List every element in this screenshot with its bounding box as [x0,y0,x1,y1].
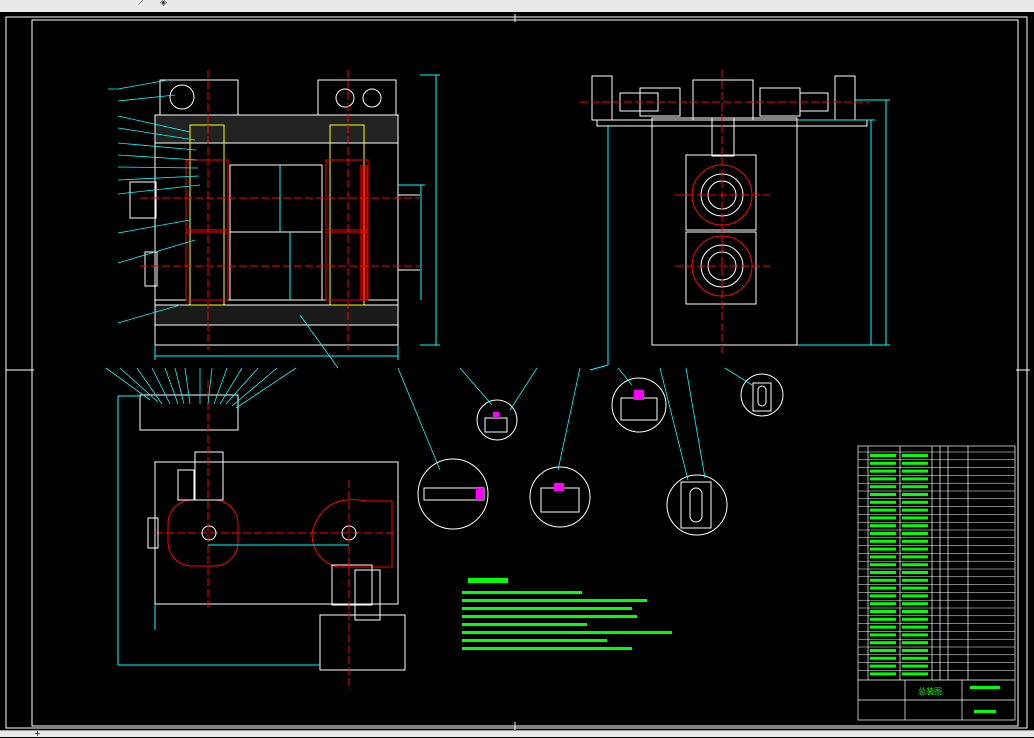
parts-row-name [902,508,928,512]
parts-row-name [902,461,928,465]
front-view [129,79,420,346]
shield-icon[interactable]: ◈ [160,0,167,8]
parts-row-name [902,602,928,606]
parts-row-code [870,524,896,528]
parts-row-code [870,485,896,489]
parts-row-name [902,539,928,543]
parts-row-code [870,664,896,668]
parts-row-code [870,656,896,660]
parts-row-code [870,578,896,582]
cad-drawing: 总装图 [5,14,1030,730]
side-view [591,75,868,346]
crosshair-icon: + [34,729,41,738]
parts-row-name [902,641,928,645]
parts-row-code [870,610,896,613]
parts-row-code [870,461,896,465]
side-dimensions [589,99,890,371]
parts-row-code [870,477,896,481]
parts-row-code [870,454,896,457]
parts-row-code [870,625,896,629]
parts-row-name [902,625,928,629]
parts-row-code [870,602,896,606]
parts-row-code [870,641,896,645]
parts-row-name [902,493,928,496]
title-block-title: 总装图 [918,686,942,696]
parts-row-code [870,649,896,652]
parts-row-name [902,586,928,590]
parts-row-code [870,672,896,676]
parts-row-code [870,508,896,512]
parts-row-name [902,516,928,520]
parts-row-code [870,469,896,473]
parts-row-name [902,594,928,598]
parts-row-code [870,633,896,637]
parts-row-name [902,610,928,613]
parts-row-name [902,649,928,652]
parts-row-name [902,617,928,621]
cursor-icon[interactable]: ⟋ [138,0,144,8]
plan-centerlines [207,380,350,690]
parts-row-name [902,454,928,457]
parts-row-name [902,656,928,660]
tech-requirements [462,578,672,650]
parts-row-code [870,500,896,504]
parts-row-name [902,563,928,567]
parts-row-name [902,469,928,473]
parts-row-name [902,500,928,504]
parts-row-code [870,516,896,520]
parts-row-code [870,539,896,543]
parts-row-code [870,594,896,598]
parts-row-name [902,477,928,481]
parts-row-name [902,555,928,559]
parts-row-code [870,493,896,496]
plan-dimensions [117,395,349,666]
parts-row-name [902,672,928,676]
parts-row-name [902,578,928,582]
parts-row-name [902,524,928,528]
parts-row-name [902,571,928,574]
parts-row-name [902,664,928,668]
parts-row-code [870,563,896,567]
parts-row-code [870,586,896,590]
plan-view [139,394,406,671]
side-centerlines [580,70,870,355]
parts-row-code [870,555,896,559]
parts-row-name [902,532,928,535]
plan-leaders [105,367,297,409]
parts-row-name [902,485,928,489]
parts-list-rows [858,451,1015,676]
cad-drawing-canvas[interactable]: 总装图 [0,12,1034,734]
parts-row-code [870,571,896,574]
parts-row-code [870,532,896,535]
detail-views [417,373,784,536]
parts-row-code [870,547,896,551]
detail-leaders [397,367,753,481]
parts-row-name [902,547,928,551]
parts-row-name [902,633,928,637]
parts-row-code [870,617,896,621]
